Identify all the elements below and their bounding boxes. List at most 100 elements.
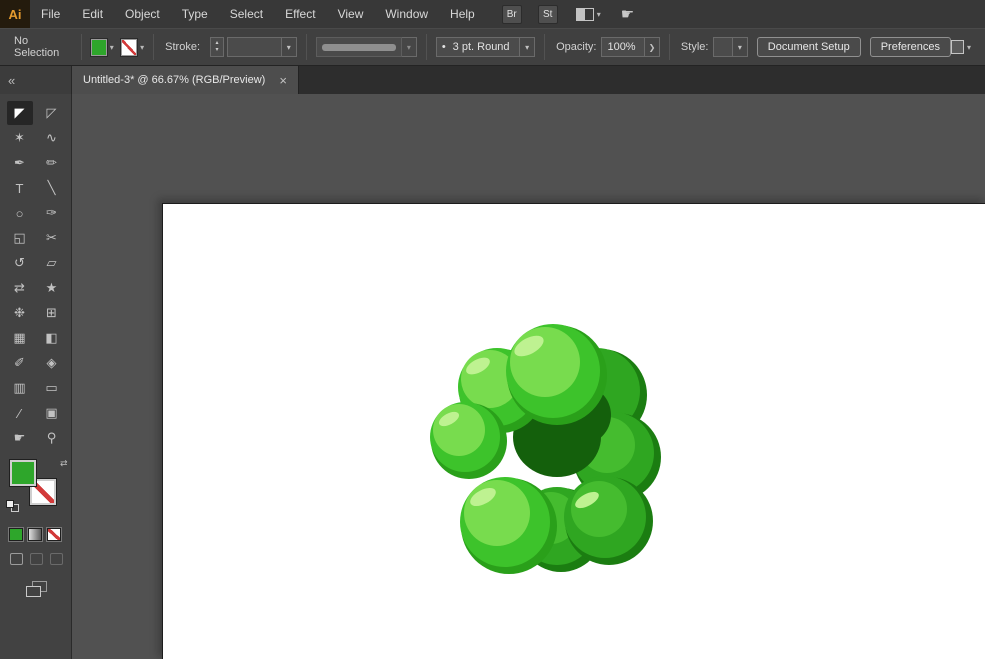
brush-bullet-icon: • [441,41,446,53]
fill-color-swatch[interactable] [90,38,107,56]
draw-behind-button[interactable] [30,553,43,565]
symbol-sprayer-tool[interactable]: ❉ [7,301,33,325]
pen-tool[interactable]: ✒ [7,151,33,175]
width-tool[interactable]: ⇄ [7,276,33,300]
gradient-tool[interactable]: ◧ [39,326,65,350]
broccoli-artwork[interactable] [429,315,669,575]
divider [153,34,155,60]
document-setup-button[interactable]: Document Setup [756,37,861,57]
tools-panel: ◤ ◸ ✶ ∿ ✒ ✏ T ╲ ○ ✑ ◱ ✂ ↺ ▱ ⇄ ★ ❉ ⊞ ▦ ◧ … [0,94,72,659]
menu-select[interactable]: Select [219,0,274,28]
menu-edit[interactable]: Edit [71,0,114,28]
menu-type[interactable]: Type [171,0,219,28]
live-paint-bucket-tool[interactable]: ▣ [39,401,65,425]
stock-button[interactable]: St [537,4,558,24]
screen-mode-button[interactable] [26,581,48,597]
tools-panel-collapse[interactable]: « [0,66,72,94]
draw-normal-button[interactable] [10,553,23,565]
stroke-weight-chevron[interactable]: ▾ [281,37,297,57]
width-profile-chevron[interactable]: ▾ [401,37,417,57]
opacity-label[interactable]: Opacity: [556,41,596,53]
zoom-tool[interactable]: ⚲ [39,426,65,450]
fill-swatch[interactable] [9,459,37,487]
broccoli-illustration [430,324,661,574]
document-tab[interactable]: Untitled-3* @ 66.67% (RGB/Preview) × [72,66,299,94]
bridge-button[interactable]: Br [501,4,522,24]
canvas[interactable] [72,94,985,659]
lasso-tool[interactable]: ∿ [39,126,65,150]
brush-definition-dropdown[interactable]: • 3 pt. Round [435,37,521,57]
draw-inside-button[interactable] [50,553,63,565]
style-label[interactable]: Style: [681,41,709,53]
menu-file[interactable]: File [30,0,71,28]
main-area: ◤ ◸ ✶ ∿ ✒ ✏ T ╲ ○ ✑ ◱ ✂ ↺ ▱ ⇄ ★ ❉ ⊞ ▦ ◧ … [0,94,985,659]
swap-fill-stroke-icon[interactable]: ⇄ [60,458,68,469]
brush-definition-value: 3 pt. Round [452,41,510,53]
close-tab-icon[interactable]: × [279,73,287,88]
pencil-tool[interactable]: ✏ [39,151,65,175]
menu-help[interactable]: Help [439,0,486,28]
divider [305,34,307,60]
direct-selection-tool[interactable]: ◸ [39,101,65,125]
shape-builder-tool[interactable]: ◱ [7,226,33,250]
stroke-weight-combo[interactable] [227,37,282,57]
mini-fill [6,500,14,508]
opacity-chevron[interactable]: ❯ [645,37,660,57]
tools-grid: ◤ ◸ ✶ ∿ ✒ ✏ T ╲ ○ ✑ ◱ ✂ ↺ ▱ ⇄ ★ ❉ ⊞ ▦ ◧ … [0,101,71,450]
style-chevron[interactable]: ▾ [732,37,748,57]
column-graph-tool[interactable]: ▥ [7,376,33,400]
stepper-up-icon[interactable]: ▴ [216,40,219,47]
control-panel-menu[interactable]: ▾ [951,40,971,54]
scale-tool[interactable]: ▱ [39,251,65,275]
stroke-weight-stepper[interactable]: ▴ ▾ [210,37,225,57]
panel-options-icon [951,40,965,54]
color-mode-button[interactable] [9,528,23,541]
collapse-panel-icon[interactable]: « [8,73,15,88]
stroke-chevron-down-icon[interactable]: ▾ [140,43,144,52]
menu-bar: Ai File Edit Object Type Select Effect V… [0,0,985,28]
hand-tool[interactable]: ☛ [7,426,33,450]
rotate-tool[interactable]: ↺ [7,251,33,275]
menu-window[interactable]: Window [374,0,439,28]
menu-view[interactable]: View [327,0,375,28]
default-fill-stroke-icon[interactable] [6,500,21,513]
opacity-value: 100% [607,41,636,53]
paintbrush-tool[interactable]: ✑ [39,201,65,225]
preferences-button[interactable]: Preferences [869,37,952,57]
arrange-documents-button[interactable]: ▾ [575,7,601,21]
divider [425,34,427,60]
mesh-tool[interactable]: ▦ [7,326,33,350]
type-tool[interactable]: T [7,176,33,200]
magic-wand-tool[interactable]: ✶ [7,126,33,150]
ball-bottom-right-highlight [571,481,627,537]
selection-tool[interactable]: ◤ [6,101,33,125]
free-transform-tool[interactable]: ★ [39,276,65,300]
line-segment-tool[interactable]: ╲ [39,176,65,200]
stroke-label[interactable]: Stroke: [165,41,200,53]
brush-definition-chevron[interactable]: ▾ [520,37,536,57]
menu-effect[interactable]: Effect [274,0,326,28]
divider [544,34,546,60]
perspective-grid-tool[interactable]: ⊞ [39,301,65,325]
style-combo[interactable] [713,37,733,57]
stepper-down-icon[interactable]: ▾ [216,47,219,54]
menu-object[interactable]: Object [114,0,171,28]
document-tab-title: Untitled-3* @ 66.67% (RGB/Preview) [83,74,266,86]
eyedropper-tool[interactable]: ✐ [7,351,33,375]
stroke-color-swatch[interactable] [121,38,138,56]
illustrator-window: { "menu_bar": { "logo_text": "Ai", "item… [0,0,985,659]
opacity-value-combo[interactable]: 100% [601,37,645,57]
scissors-tool[interactable]: ✂ [39,226,65,250]
ellipse-tool[interactable]: ○ [7,201,33,225]
gradient-mode-button[interactable] [28,528,42,541]
arrange-documents-icon-fill [576,8,585,20]
fill-chevron-down-icon[interactable]: ▾ [110,43,114,52]
divider [80,34,82,60]
artboard-tool[interactable]: ▭ [39,376,65,400]
touch-workspace-icon[interactable]: ☛ [621,5,634,23]
none-mode-button[interactable] [47,528,61,541]
slice-tool[interactable]: ∕ [7,401,33,425]
blend-tool[interactable]: ◈ [39,351,65,375]
screen-mode-icon-front [26,586,41,597]
variable-width-profile-dropdown[interactable] [315,37,402,57]
